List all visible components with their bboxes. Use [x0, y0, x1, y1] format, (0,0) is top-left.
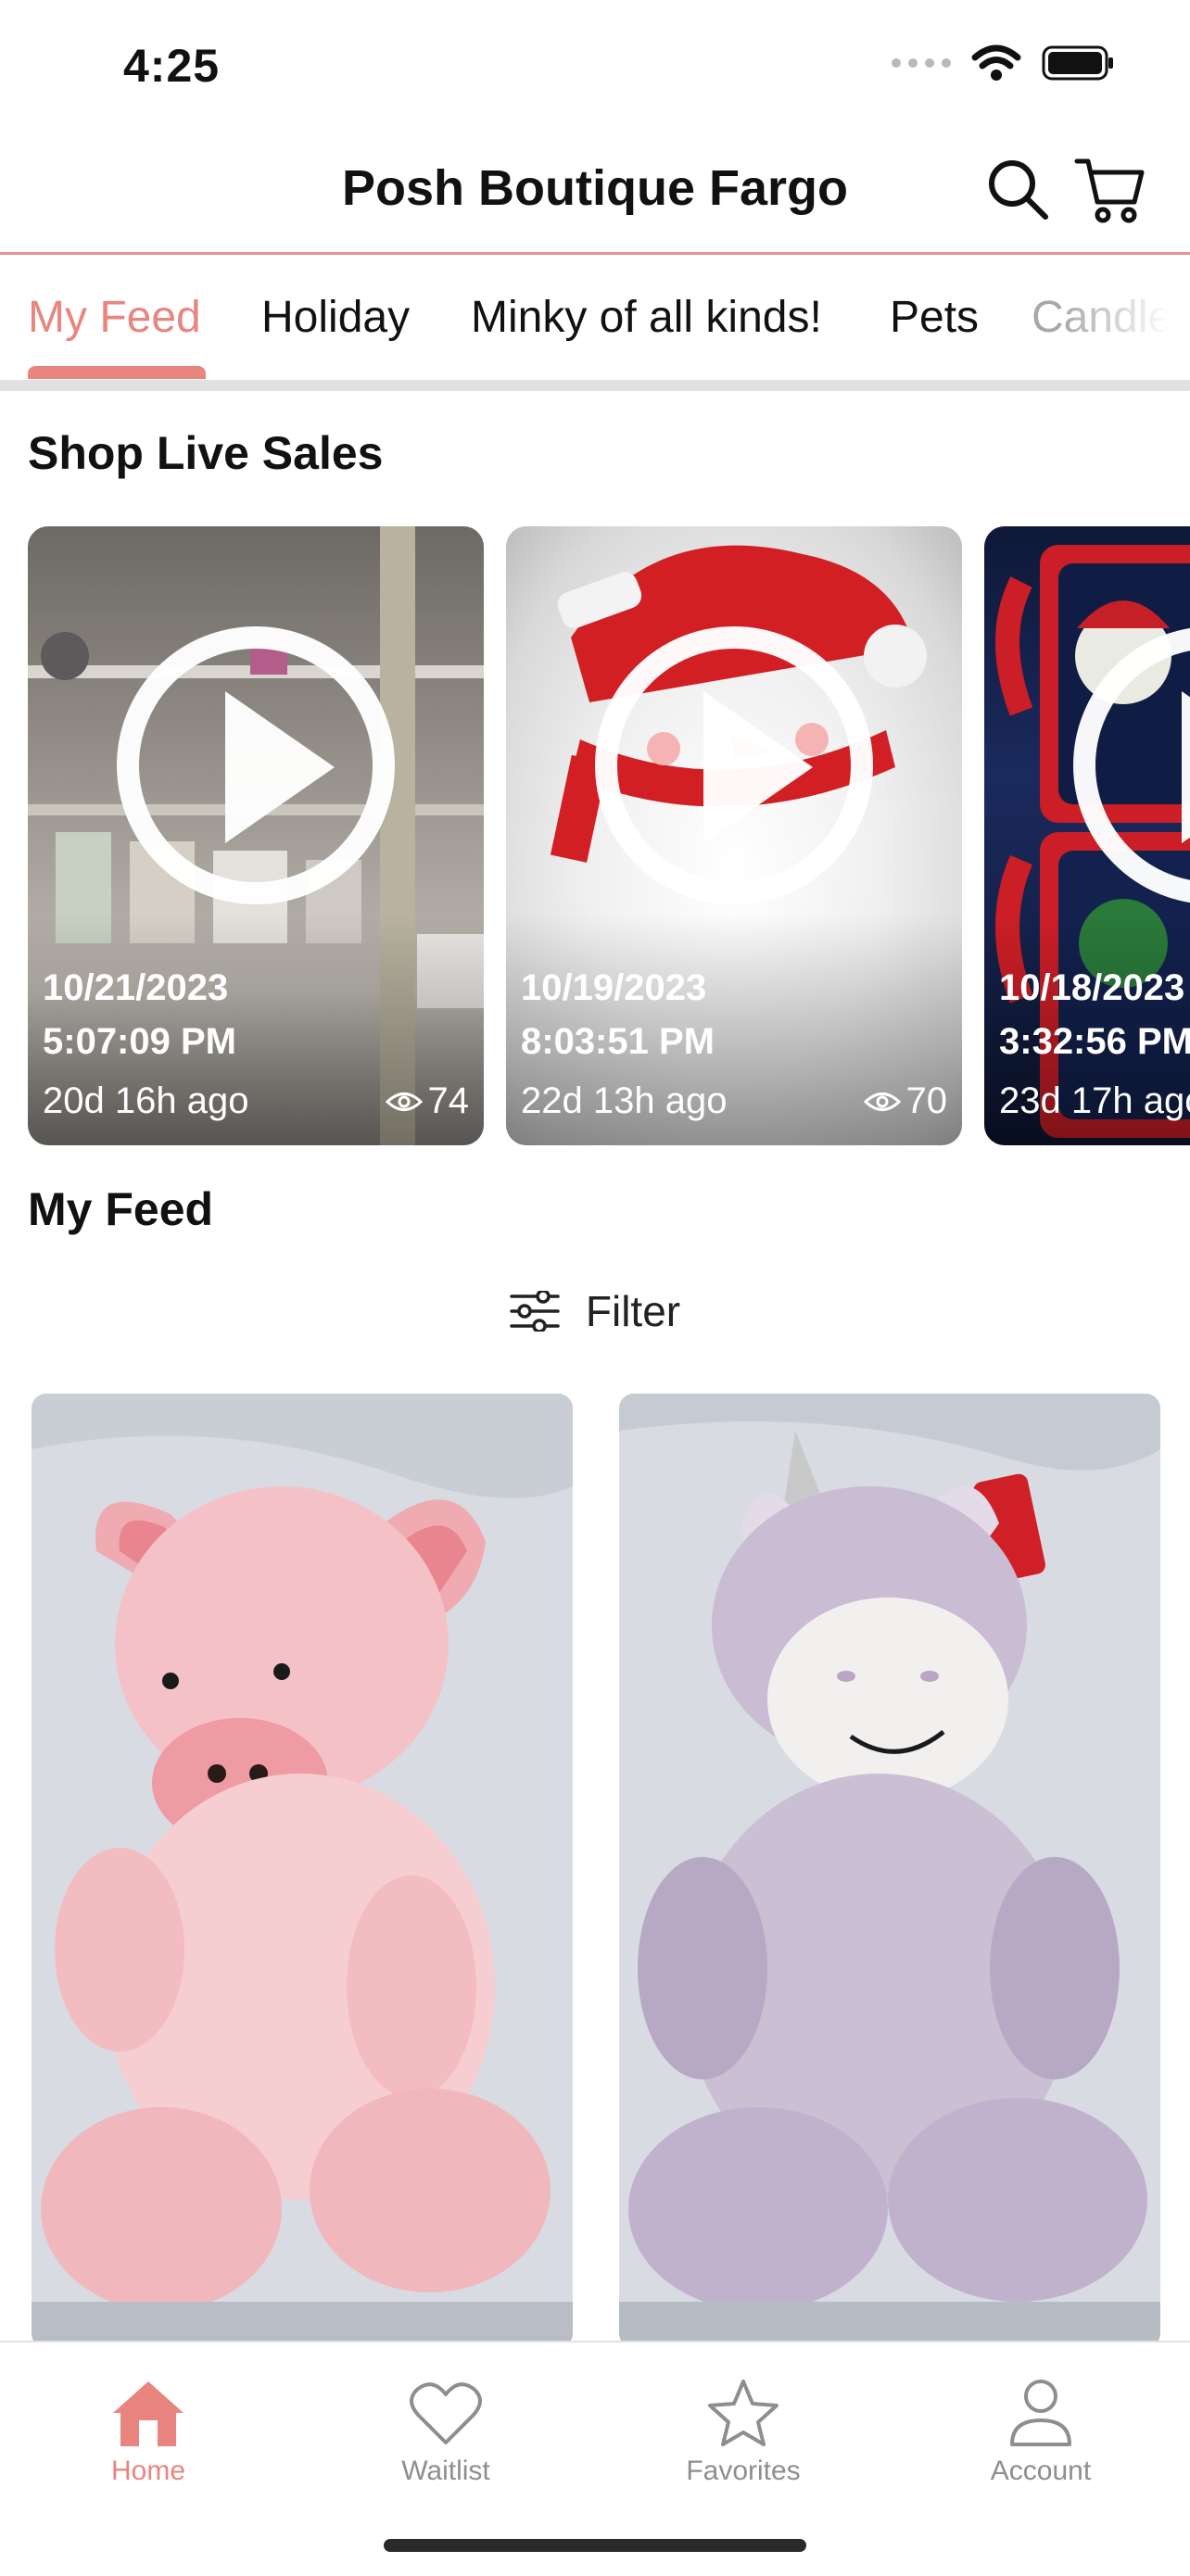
live-date: 10/21/2023	[43, 967, 229, 1008]
status-time: 4:25	[123, 40, 221, 92]
heart-icon	[410, 2382, 482, 2444]
view-count: 74	[385, 1080, 470, 1122]
active-tab-indicator	[28, 366, 206, 379]
live-sale-card[interactable]: 10/19/2023 8:03:51 PM 22d 13h ago 70	[506, 526, 962, 1145]
live-ago: 22d 13h ago	[521, 1080, 728, 1121]
cellular-signal-icon	[892, 58, 951, 68]
view-count-value: 70	[905, 1080, 948, 1121]
cart-icon	[1074, 158, 1145, 223]
live-sale-card[interactable]: 10/21/2023 5:07:09 PM 20d 16h ago 74	[28, 526, 484, 1145]
product-image	[619, 1394, 1160, 2348]
live-date: 10/19/2023	[521, 967, 707, 1008]
nav-home-label: Home	[110, 2456, 186, 2486]
wifi-icon	[971, 44, 1021, 81]
live-sales-carousel[interactable]: 10/21/2023 5:07:09 PM 20d 16h ago 74 10/…	[28, 526, 1190, 1147]
feed-title: My Feed	[28, 1183, 214, 1235]
star-icon	[708, 2380, 779, 2446]
live-date: 10/18/2023	[999, 967, 1185, 1008]
live-ago: 23d 17h ago	[999, 1080, 1190, 1121]
tab-holiday[interactable]: Holiday	[261, 292, 410, 343]
filter-button[interactable]: Filter	[0, 1286, 1190, 1336]
product-card[interactable]	[32, 1394, 573, 2348]
home-icon	[113, 2381, 184, 2446]
home-indicator	[384, 2539, 806, 2552]
product-image	[32, 1394, 573, 2348]
eye-icon	[863, 1092, 901, 1111]
search-icon	[989, 160, 1048, 220]
nav-favorites[interactable]: Favorites	[632, 2365, 855, 2487]
product-card[interactable]	[619, 1394, 1160, 2348]
nav-account-label: Account	[990, 2456, 1092, 2486]
account-icon	[1010, 2380, 1071, 2446]
nav-waitlist-label: Waitlist	[401, 2456, 490, 2486]
header-divider	[0, 252, 1190, 255]
nav-account[interactable]: Account	[930, 2365, 1152, 2487]
status-icons	[892, 44, 1116, 82]
cart-button[interactable]	[1073, 152, 1147, 226]
nav-favorites-label: Favorites	[686, 2456, 801, 2486]
tab-pets[interactable]: Pets	[890, 292, 979, 343]
tabs-divider	[0, 380, 1190, 391]
search-button[interactable]	[981, 152, 1055, 226]
live-time: 8:03:51 PM	[521, 1021, 715, 1062]
live-sales-title: Shop Live Sales	[28, 427, 384, 479]
tabs-fade-overlay	[1060, 283, 1190, 385]
battery-icon	[1042, 45, 1113, 81]
eye-icon	[385, 1092, 423, 1111]
nav-home[interactable]: Home	[37, 2365, 260, 2487]
live-time: 5:07:09 PM	[43, 1021, 236, 1062]
live-time: 3:32:56 PM	[999, 1021, 1190, 1062]
play-triangle	[1182, 691, 1190, 843]
tab-minky[interactable]: Minky of all kinds!	[471, 292, 822, 343]
play-triangle	[225, 691, 335, 843]
play-triangle	[703, 691, 813, 843]
nav-waitlist[interactable]: Waitlist	[335, 2365, 557, 2487]
live-sale-card[interactable]: 10/18/2023 3:32:56 PM 23d 17h ago	[984, 526, 1190, 1145]
category-tabs: My Feed Holiday Minky of all kinds! Pets…	[0, 283, 1190, 385]
view-count: 70	[863, 1080, 948, 1122]
live-ago: 20d 16h ago	[43, 1080, 249, 1121]
tab-my-feed[interactable]: My Feed	[28, 292, 201, 343]
filter-icon	[510, 1291, 560, 1332]
view-count-value: 74	[427, 1080, 470, 1121]
filter-label: Filter	[585, 1287, 681, 1335]
